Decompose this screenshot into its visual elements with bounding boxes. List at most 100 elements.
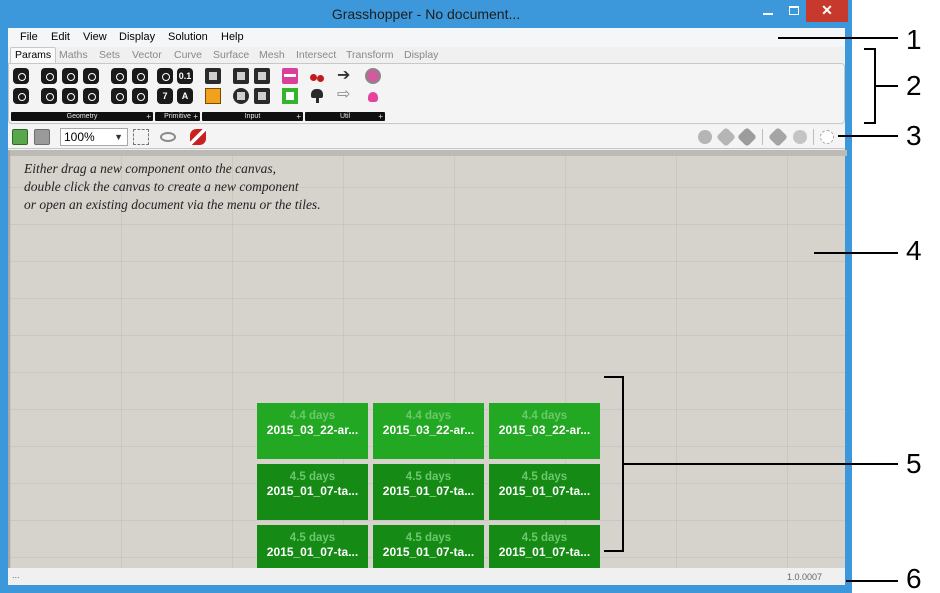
client-area: File Edit View Display Solution Help Par… [8,28,847,585]
hint-line-2: double click the canvas to create a new … [24,179,299,194]
window-title: Grasshopper - No document... [331,6,521,22]
recent-file-tile[interactable]: 4.4 days 2015_03_22-ar... [373,403,484,459]
maximize-button[interactable] [781,0,807,22]
preview-shaded-icon[interactable] [716,127,736,147]
zoom-extents-icon[interactable] [133,129,149,145]
tab-intersect[interactable]: Intersect [296,49,336,61]
curve-param-icon[interactable] [62,68,78,84]
group-label-input: Input + [202,112,303,121]
galapagos-icon[interactable] [365,88,381,104]
radar-icon[interactable] [820,130,834,144]
menu-view[interactable]: View [83,31,107,43]
control-knob-icon[interactable] [254,88,270,104]
text-param-icon[interactable]: A [177,88,193,104]
menu-edit[interactable]: Edit [51,31,70,43]
group-label-geometry: Geometry + [11,112,153,121]
hint-line-1: Either drag a new component onto the can… [24,161,276,176]
value-list-icon[interactable] [233,88,249,104]
tab-sets[interactable]: Sets [99,49,120,61]
tab-maths[interactable]: Maths [59,49,88,61]
close-button[interactable]: ✕ [806,0,848,22]
mesh-param-icon[interactable] [132,68,148,84]
menu-solution[interactable]: Solution [168,31,208,43]
graph-mapper-icon[interactable] [205,88,221,104]
annotation-number-2: 2 [906,70,922,101]
menu-help[interactable]: Help [221,31,244,43]
data-input-icon[interactable] [337,84,353,104]
vector-param-icon[interactable] [13,88,29,104]
status-bar: ... 1.0.0007 [8,568,845,585]
tab-curve[interactable]: Curve [174,49,202,61]
version-label: 1.0.0007 [787,572,823,582]
fitness-landscape-icon[interactable] [365,68,381,84]
toolbar-separator [762,129,763,145]
data-output-icon[interactable] [337,65,353,85]
tab-params[interactable]: Params [10,47,57,64]
annotation-bracket-2 [864,48,876,124]
menu-display[interactable]: Display [119,31,155,43]
recent-file-tile[interactable]: 4.5 days 2015_01_07-ta... [489,464,600,520]
minimize-button[interactable] [755,0,781,22]
group-label-util: Util + [305,112,385,121]
menu-bar: File Edit View Display Solution Help [8,28,845,47]
box-param-icon[interactable] [83,88,99,104]
group-label-primitive: Primitive + [155,112,200,121]
recent-file-tile[interactable]: 4.5 days 2015_01_07-ta... [257,464,368,520]
save-file-icon[interactable] [34,129,50,145]
boolean-param-icon[interactable] [157,68,173,84]
toolbar-separator [813,129,814,145]
plane-param-icon[interactable] [41,88,57,104]
surface-param-icon[interactable] [111,68,127,84]
line-param-icon[interactable] [83,68,99,84]
arc-param-icon[interactable] [62,88,78,104]
brep-param-icon[interactable] [111,88,127,104]
circle-param-icon[interactable] [41,68,57,84]
preview-eye-icon[interactable] [160,132,176,142]
component-ribbon: Geometry + 0.1 7 A Primitive + Input + ➔… [8,63,845,124]
annotated-screenshot: { "window": { "title": "Grasshopper - No… [0,0,940,593]
tab-display[interactable]: Display [404,49,438,61]
number-param-icon[interactable]: 0.1 [177,68,193,84]
annotation-line-3 [838,135,898,137]
chevron-down-icon: ▼ [114,132,123,142]
annotation-line-4 [814,252,898,254]
panel-icon[interactable] [205,68,221,84]
tab-transform[interactable]: Transform [346,49,393,61]
preview-mesh-icon[interactable] [768,127,788,147]
button-object-icon[interactable] [254,68,270,84]
grasshopper-canvas[interactable]: Either drag a new component onto the can… [8,150,847,581]
tab-mesh[interactable]: Mesh [259,49,285,61]
tab-vector[interactable]: Vector [132,49,162,61]
sketch-pen-icon[interactable] [190,129,206,145]
menu-file[interactable]: File [20,31,38,43]
title-bar[interactable]: Grasshopper - No document... ✕ [0,0,852,28]
md-slider-icon[interactable] [282,88,298,104]
hint-line-3: or open an existing document via the men… [24,197,321,212]
slider-icon[interactable] [282,68,298,84]
ribbon-group-primitive: 0.1 7 A Primitive + [155,66,200,121]
annotation-number-6: 6 [906,563,922,593]
recent-file-tile[interactable]: 4.5 days 2015_01_07-ta... [373,464,484,520]
ribbon-group-util: Util+ [305,65,385,121]
point-param-icon[interactable] [13,68,29,84]
preview-selected-icon[interactable] [737,127,757,147]
close-icon: ✕ [821,2,833,18]
annotation-line-5 [624,463,898,465]
preview-wireframe-icon[interactable] [698,130,712,144]
param-viewer-icon[interactable] [309,88,325,104]
component-tabs: Params Maths Sets Vector Curve Surface M… [8,47,845,64]
zoom-select[interactable]: 100% ▼ [60,128,128,146]
maximize-icon [789,6,799,15]
annotation-number-1: 1 [906,24,922,55]
open-file-icon[interactable] [12,129,28,145]
recent-file-tile[interactable]: 4.4 days 2015_03_22-ar... [257,403,368,459]
field-param-icon[interactable] [132,88,148,104]
integer-param-icon[interactable]: 7 [157,88,173,104]
recent-file-tile[interactable]: 4.4 days 2015_03_22-ar... [489,403,600,459]
tab-surface[interactable]: Surface [213,49,249,61]
toggle-icon[interactable] [233,68,249,84]
cherry-picker-icon[interactable] [309,68,325,84]
annotation-number-5: 5 [906,448,922,479]
status-text: ... [12,570,20,580]
sphere-preview-icon[interactable] [793,130,807,144]
